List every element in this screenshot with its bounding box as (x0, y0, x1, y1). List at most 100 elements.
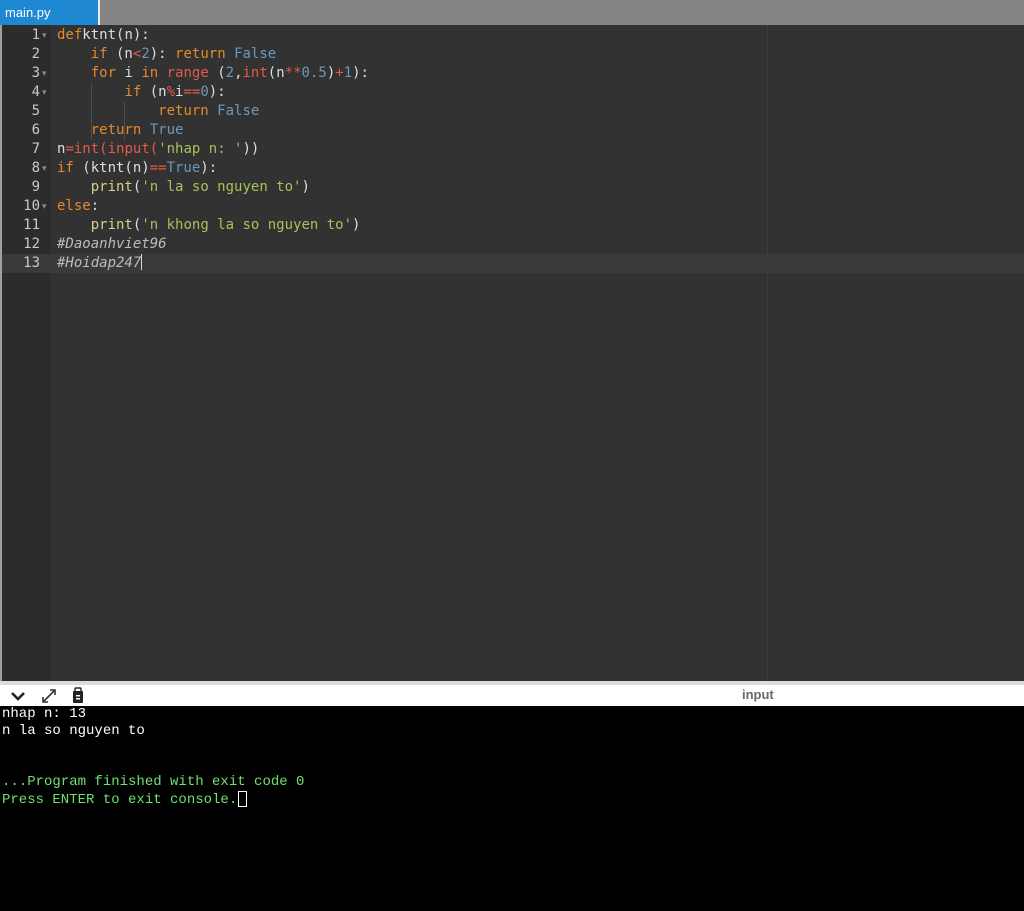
code-token: for (90, 65, 117, 81)
console-output[interactable]: nhap n: 13 n la so nguyen to ...Program fi… (0, 706, 1024, 911)
line-number: 8 (31, 160, 40, 176)
code-token: 'n la so nguyen to' (141, 179, 302, 195)
console-line: ...Program finished with exit code 0 (2, 774, 304, 791)
code-token: input (107, 141, 150, 157)
line-number: 4 (31, 84, 40, 100)
code-line: print('n khong la so nguyen to') (57, 216, 361, 235)
code-token: else (57, 198, 91, 214)
code-line: return True (57, 121, 184, 140)
line-number: 3 (31, 65, 40, 81)
console-line: Press ENTER to exit console. (2, 791, 248, 809)
code-token: (n (141, 84, 167, 100)
code-token: ): (208, 84, 226, 100)
collapse-chevron-icon[interactable] (10, 687, 26, 705)
print-margin (767, 25, 768, 681)
code-token: 1 (343, 65, 353, 81)
code-token: == (183, 84, 201, 100)
line-number: 7 (31, 141, 40, 157)
code-token: if (57, 160, 74, 176)
line-number: 13 (23, 255, 40, 271)
code-token: )) (242, 141, 260, 157)
code-token: ( (99, 141, 108, 157)
code-line: return False (57, 102, 259, 121)
code-token: return (158, 103, 209, 119)
line-number: 12 (23, 236, 40, 252)
text-cursor (141, 254, 143, 270)
expand-icon[interactable] (40, 687, 58, 705)
line-number: 1 (31, 27, 40, 43)
code-token: if (90, 46, 108, 62)
code-token: 'nhap n: ' (158, 141, 243, 157)
code-token: #Daoanhviet96 (57, 236, 167, 252)
code-token: ): (352, 65, 369, 81)
code-line: if (n<2): return False (57, 45, 277, 64)
console-toolbar: input (0, 681, 1024, 706)
console-cursor (238, 791, 248, 807)
code-token: (ktnt(n) (73, 160, 150, 176)
line-number: 2 (31, 46, 40, 62)
code-token: 2 (225, 65, 235, 81)
console-line-text: Press ENTER to exit console. (2, 792, 238, 808)
console-line: n la so nguyen to (2, 723, 145, 740)
code-token: i (116, 65, 142, 81)
code-token: ( (208, 65, 226, 81)
code-token: 0.5 (301, 65, 327, 81)
code-editor[interactable]: 1 2 3 4 5 6 7 8 9 10 11 12 13 ▾ ▾ ▾ ▾ ▾ defktnt(n): if (… (0, 25, 1024, 681)
code-token: , (234, 65, 243, 81)
code-line: if (n%i==0): (57, 83, 226, 102)
line-number: 9 (31, 179, 40, 195)
code-token: print (90, 179, 133, 195)
code-token: int (242, 65, 268, 81)
line-number: 5 (31, 103, 40, 119)
code-token: int (73, 141, 100, 157)
fold-toggle-icon[interactable]: ▾ (42, 64, 47, 83)
console-input-label[interactable]: input (742, 687, 774, 702)
code-token: (n (107, 46, 133, 62)
code-token: (n (267, 65, 285, 81)
line-number: 11 (23, 217, 40, 233)
code-token: ) (352, 217, 361, 233)
code-token: ktnt(n): (82, 27, 150, 43)
line-number: 10 (23, 198, 40, 214)
online-ide: main.py 1 2 3 4 5 6 7 8 9 10 11 12 13 ▾ ▾ ▾ ▾ ▾ defktnt(… (0, 0, 1024, 911)
line-number: 6 (31, 122, 40, 138)
code-token: False (234, 46, 277, 62)
fold-toggle-icon[interactable]: ▾ (42, 26, 47, 45)
code-token: + (335, 65, 344, 81)
code-token: True (149, 122, 184, 138)
code-token: if (124, 84, 142, 100)
tab-main-py[interactable]: main.py (0, 0, 100, 25)
code-token: ( (149, 141, 159, 157)
code-token: ** (284, 65, 302, 81)
code-token: ) (326, 65, 336, 81)
code-token: = (65, 141, 74, 157)
code-token: in (141, 65, 159, 81)
code-token: return (175, 46, 226, 62)
code-token: return (90, 122, 142, 138)
code-token: 2 (141, 46, 150, 62)
code-token: : (90, 198, 100, 214)
code-line: else: (57, 197, 99, 216)
code-token: range (166, 65, 209, 81)
code-line: n=int(input('nhap n: ')) (57, 140, 259, 159)
code-line: #Hoidap247 (57, 254, 143, 273)
fold-toggle-icon[interactable]: ▾ (42, 83, 47, 102)
fold-toggle-icon[interactable]: ▾ (42, 159, 47, 178)
fold-toggle-icon[interactable]: ▾ (42, 197, 47, 216)
code-token: print (90, 217, 133, 233)
code-token: ): (149, 46, 176, 62)
code-line: #Daoanhviet96 (57, 235, 167, 254)
code-token: ): (200, 160, 218, 176)
clear-console-icon[interactable] (70, 687, 86, 705)
